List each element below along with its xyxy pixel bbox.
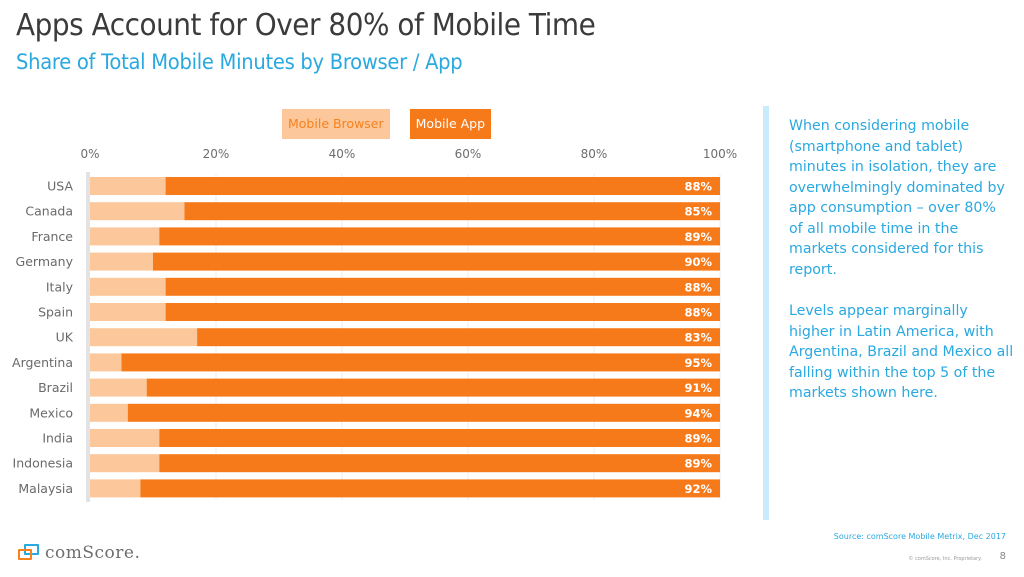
bar-mobile-browser <box>90 403 128 422</box>
data-label: 95% <box>684 356 712 370</box>
sidebar-accent-rule <box>763 106 769 520</box>
bar-mobile-browser <box>90 177 166 195</box>
copyright-note: © comScore, Inc. Proprietary. <box>908 556 982 562</box>
data-label: 85% <box>684 205 712 219</box>
bar-mobile-browser <box>90 303 166 321</box>
data-label: 89% <box>684 457 712 471</box>
bar-mobile-browser <box>90 353 122 372</box>
bar-mobile-app <box>159 429 721 447</box>
bar-mobile-app <box>165 177 721 195</box>
data-label: 90% <box>684 255 712 269</box>
source-note: Source: comScore Mobile Metrix, Dec 2017 <box>833 532 1006 541</box>
comscore-logo: comScore. <box>18 543 140 563</box>
category-label: France <box>31 229 73 244</box>
bar-mobile-app <box>159 227 721 246</box>
comscore-logo-icon <box>18 544 40 562</box>
bar-mobile-app <box>165 277 721 296</box>
data-label: 88% <box>684 280 712 294</box>
data-label: 88% <box>684 180 712 194</box>
category-label: India <box>42 431 73 446</box>
bar-mobile-app <box>121 353 720 372</box>
bar-mobile-browser <box>90 479 141 498</box>
bar-mobile-browser <box>90 429 160 447</box>
bar-mobile-app <box>146 378 720 397</box>
bar-mobile-app <box>184 202 720 221</box>
bar-mobile-browser <box>90 328 198 347</box>
category-label: UK <box>56 330 74 345</box>
category-label: Indonesia <box>13 456 73 471</box>
category-label: Spain <box>38 305 73 320</box>
chart-legend: Mobile Browser Mobile App <box>282 109 492 139</box>
category-label: Brazil <box>38 380 73 395</box>
bar-mobile-browser <box>90 277 166 296</box>
bar-mobile-app <box>127 403 721 422</box>
commentary-paragraph-1: When considering mobile (smartphone and … <box>789 118 1005 278</box>
bar-mobile-app <box>165 303 721 321</box>
data-label: 92% <box>684 482 712 496</box>
slide-title: Apps Account for Over 80% of Mobile Time <box>16 8 596 43</box>
legend-mobile-browser: Mobile Browser <box>282 109 390 139</box>
category-label: Italy <box>46 279 74 294</box>
data-label: 89% <box>684 230 712 244</box>
category-label: Germany <box>16 254 74 269</box>
bar-mobile-browser <box>90 252 153 271</box>
bar-mobile-browser <box>90 454 160 473</box>
data-label: 83% <box>684 331 712 345</box>
bar-mobile-app <box>153 252 720 271</box>
bar-mobile-app <box>197 328 721 347</box>
x-tick-label: 0% <box>80 147 99 161</box>
category-label: Mexico <box>29 405 73 420</box>
x-tick-label: 100% <box>703 147 737 161</box>
category-label: Canada <box>25 204 73 219</box>
x-tick-label: 80% <box>581 147 608 161</box>
data-label: 91% <box>684 381 712 395</box>
data-label: 94% <box>684 406 712 420</box>
stacked-bar-chart: 0% 20% 40% 60% 80% 100% USA Canada France German… <box>12 147 737 502</box>
bar-mobile-browser <box>90 227 160 246</box>
commentary-paragraph-2: Levels appear marginally higher in Latin… <box>789 303 1014 401</box>
x-tick-label: 40% <box>329 147 356 161</box>
y-axis-line <box>86 172 90 502</box>
bar-mobile-browser <box>90 202 185 221</box>
bar-mobile-browser <box>90 378 147 397</box>
bar-mobile-app <box>159 454 721 473</box>
x-tick-label: 60% <box>455 147 482 161</box>
comscore-logo-text: comScore. <box>45 543 141 563</box>
bar-mobile-app <box>140 479 720 498</box>
category-label: Argentina <box>12 355 73 370</box>
legend-mobile-app: Mobile App <box>409 109 492 139</box>
x-tick-label: 20% <box>203 147 230 161</box>
slide-subtitle: Share of Total Mobile Minutes by Browser… <box>16 50 463 74</box>
page-number: 8 <box>999 551 1006 562</box>
category-label: Malaysia <box>18 481 73 496</box>
category-label: USA <box>47 179 73 194</box>
data-label: 88% <box>684 306 712 320</box>
commentary-panel: When considering mobile (smartphone and … <box>789 116 1014 425</box>
data-label: 89% <box>684 432 712 446</box>
